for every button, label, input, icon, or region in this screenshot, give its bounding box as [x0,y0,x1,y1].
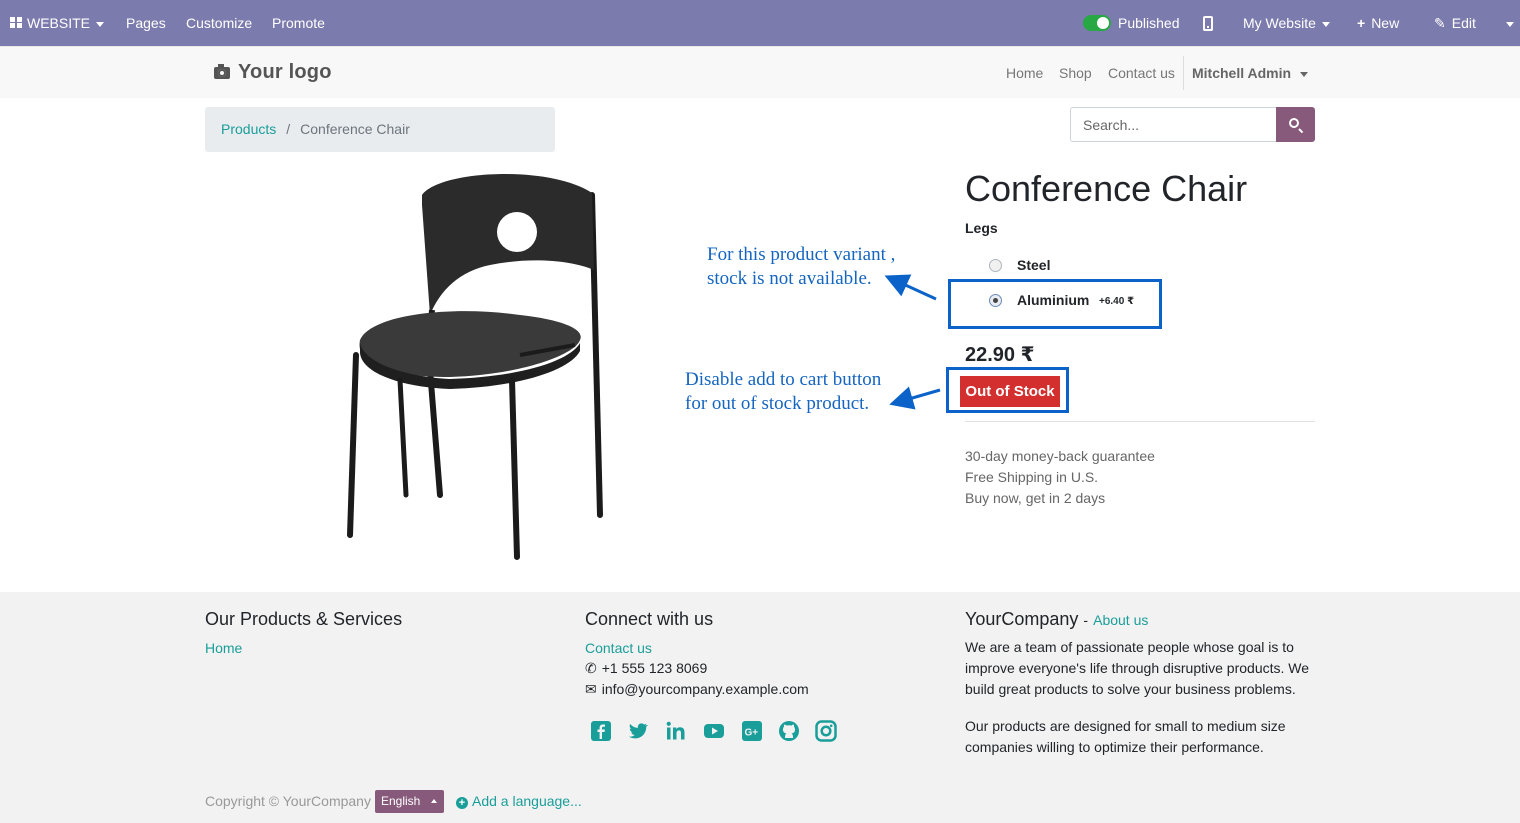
breadcrumb-current: Conference Chair [300,121,410,137]
plus-icon: + [1357,15,1366,31]
button-highlight-box [946,367,1069,413]
footer-email: ✉ info@yourcompany.example.com [585,679,809,700]
footer-products-title: Our Products & Services [205,609,403,629]
github-icon[interactable] [778,720,800,742]
variant-steel-radio[interactable] [989,259,1002,272]
chevron-down-icon [1300,71,1309,77]
benefit-shipping: Free Shipping in U.S. [965,469,1099,485]
footer-company-text-1: We are a team of passionate people whose… [965,639,1310,697]
menu-promote[interactable]: Promote [272,0,325,46]
camera-icon [214,64,230,79]
nav-home[interactable]: Home [1006,47,1043,99]
published-toggle[interactable] [1083,15,1111,31]
plus-circle-icon: + [456,797,468,809]
footer-company-title: YourCompany - About us [965,609,1149,629]
instagram-icon[interactable] [815,720,837,742]
nav-divider [1183,56,1184,90]
variant-arrow [884,274,937,301]
chevron-down-icon [96,21,105,27]
product-title: Conference Chair [965,168,1248,209]
menu-pages[interactable]: Pages [126,0,166,46]
envelope-icon: ✉ [585,681,597,697]
google-plus-icon[interactable]: G+ [741,720,763,742]
search-icon [1289,118,1299,128]
nav-shop[interactable]: Shop [1059,47,1092,99]
breadcrumb: Products / Conference Chair [205,107,555,152]
cart-annotation: Disable add to cart button for out of st… [685,369,882,414]
chevron-down-icon [1506,21,1514,27]
footer-company-text-2: Our products are designed for small to m… [965,718,1286,755]
menu-customize[interactable]: Customize [186,0,252,46]
twitter-icon[interactable] [627,720,649,742]
footer-connect-title: Connect with us [585,609,714,629]
my-website-menu[interactable]: My Website [1243,0,1330,46]
linkedin-icon[interactable] [665,720,687,742]
apps-grid-icon [10,17,23,29]
edit-button[interactable]: ✎ Edit [1434,0,1476,46]
search-button[interactable] [1276,107,1315,142]
footer-about-link[interactable]: About us [1093,612,1148,628]
variant-steel-label[interactable]: Steel [1017,257,1050,273]
product-image [347,174,603,560]
variant-highlight-box [948,279,1162,329]
user-menu[interactable]: Mitchell Admin [1192,47,1309,99]
svg-text:G+: G+ [745,728,759,739]
phone-icon: ✆ [585,660,597,676]
language-selector[interactable]: English [375,790,444,813]
mobile-preview-icon[interactable] [1203,16,1213,31]
chevron-up-icon [431,799,437,803]
divider [965,421,1315,422]
facebook-icon[interactable] [590,720,612,742]
footer-contact-link[interactable]: Contact us [585,640,652,656]
add-language-link[interactable]: + Add a language... [456,793,582,809]
breadcrumb-separator: / [286,121,291,137]
benefit-guarantee: 30-day money-back guarantee [965,448,1155,464]
site-logo[interactable]: Your logo [214,61,332,84]
website-apps-menu[interactable]: WEBSITE [10,0,105,46]
breadcrumb-products-link[interactable]: Products [221,121,276,137]
benefit-delivery: Buy now, get in 2 days [965,490,1106,506]
pencil-icon: ✎ [1434,15,1446,31]
new-button[interactable]: + New [1357,0,1399,46]
admin-bar: WEBSITE Pages Customize Promote Publishe… [0,0,1520,46]
footer-home-link[interactable]: Home [205,640,242,656]
variant-annotation: For this product variant , stock is not … [707,244,896,289]
product-price: 22.90 ₹ [965,344,1035,366]
nav-contact-us[interactable]: Contact us [1108,47,1175,99]
site-header: Your logo Home Shop Contact us Mitchell … [0,46,1520,98]
edit-dropdown-toggle[interactable] [1500,0,1514,46]
footer-phone: ✆ +1 555 123 8069 [585,658,707,679]
search-input[interactable] [1070,107,1277,142]
copyright: Copyright © YourCompany [205,793,371,809]
cart-arrow [889,386,941,410]
published-label[interactable]: Published [1118,0,1180,46]
attribute-label: Legs [965,220,998,236]
youtube-icon[interactable] [703,720,725,742]
chevron-down-icon [1321,21,1330,27]
